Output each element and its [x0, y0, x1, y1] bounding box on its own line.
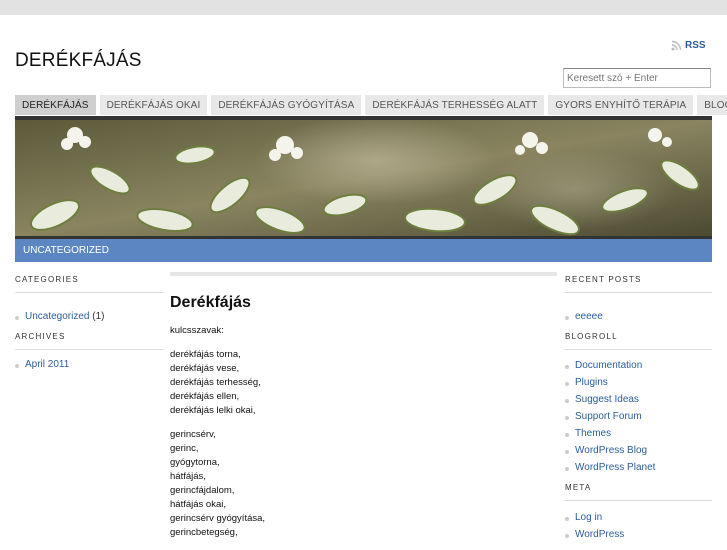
- divider: [565, 500, 712, 501]
- category-bar[interactable]: Uncategorized: [15, 239, 712, 262]
- search-input[interactable]: [563, 68, 711, 88]
- categories-heading: Categories: [15, 275, 79, 284]
- keyword-line: derékfájás vese,: [170, 363, 240, 374]
- divider: [565, 349, 712, 350]
- list-item[interactable]: April 2011: [15, 359, 163, 376]
- tab-derekfajas[interactable]: Derékfájás: [15, 95, 96, 115]
- tab-blog[interactable]: Blog: [697, 95, 727, 115]
- top-bar: [0, 0, 727, 15]
- keyword-line: derékfájás lelki okai,: [170, 405, 256, 416]
- keyword-line: gerincfájdalom,: [170, 485, 235, 496]
- blogroll-heading: Blogroll: [565, 332, 618, 341]
- keywords-label: kulcsszavak:: [170, 325, 224, 336]
- keyword-line: derékfájás torna,: [170, 349, 241, 360]
- site-title[interactable]: DERÉKFÁJÁS: [15, 50, 142, 72]
- blogroll-list: Documentation Plugins Suggest Ideas Supp…: [565, 360, 712, 479]
- list-item[interactable]: Uncategorized (1): [15, 311, 163, 328]
- rss-link[interactable]: RSS: [671, 40, 706, 51]
- post-title[interactable]: Derékfájás: [170, 294, 557, 312]
- main-nav: Derékfájás Derékfájás okai Derékfájás gy…: [15, 95, 727, 115]
- tab-derekfajas-okai[interactable]: Derékfájás okai: [99, 95, 208, 115]
- content-divider: [170, 272, 557, 276]
- recent-posts-list: eeeee: [565, 311, 712, 328]
- left-sidebar: Categories Uncategorized (1) Archives Ap…: [15, 275, 163, 376]
- keyword-line: gyógytorna,: [170, 457, 220, 468]
- keyword-line: gerincsérv,: [170, 429, 216, 440]
- list-item[interactable]: Plugins: [565, 377, 712, 394]
- categories-list: Uncategorized (1): [15, 311, 163, 328]
- divider: [15, 349, 163, 350]
- meta-heading: Meta: [565, 483, 592, 492]
- list-item[interactable]: Documentation: [565, 360, 712, 377]
- tab-derekfajas-terhesseg-alatt[interactable]: Derékfájás terhesség alatt: [365, 95, 545, 115]
- list-item[interactable]: Suggest Ideas: [565, 394, 712, 411]
- category-count: (1): [92, 311, 105, 322]
- archives-list: April 2011: [15, 359, 163, 376]
- main-content: Derékfájás kulcsszavak: derékfájás torna…: [170, 272, 557, 550]
- meta-list: Log in WordPress: [565, 512, 712, 546]
- list-item[interactable]: WordPress: [565, 529, 712, 546]
- keyword-line: gerinc,: [170, 443, 199, 454]
- archives-heading: Archives: [15, 332, 66, 341]
- list-item[interactable]: Support Forum: [565, 411, 712, 428]
- post-body: kulcsszavak: derékfájás torna, derékfájá…: [170, 324, 557, 540]
- recent-posts-heading: Recent Posts: [565, 275, 642, 284]
- category-link[interactable]: Uncategorized: [25, 311, 89, 322]
- rss-icon: [671, 40, 682, 51]
- header-banner-image: [15, 120, 712, 236]
- keyword-line: gerincsérv gyógyítása,: [170, 513, 266, 524]
- list-item[interactable]: WordPress Blog: [565, 445, 712, 462]
- keyword-line: hátfájás okai,: [170, 499, 226, 510]
- divider: [565, 292, 712, 293]
- keyword-line: derékfájás ellen,: [170, 391, 240, 402]
- divider: [15, 292, 163, 293]
- keyword-line: hátfájás,: [170, 471, 206, 482]
- list-item[interactable]: WordPress Planet: [565, 462, 712, 479]
- keyword-line: derékfájás terhesség,: [170, 377, 261, 388]
- keyword-group: derékfájás torna, derékfájás vese, derék…: [170, 348, 557, 418]
- list-item[interactable]: eeeee: [565, 311, 712, 328]
- keyword-line: gerincbetegség,: [170, 527, 238, 538]
- category-bar-label[interactable]: Uncategorized: [23, 245, 109, 256]
- tab-derekfajas-gyogyitasa[interactable]: Derékfájás gyógyítása: [211, 95, 362, 115]
- rss-label: RSS: [685, 40, 706, 51]
- keyword-group: gerincsérv, gerinc, gyógytorna, hátfájás…: [170, 428, 557, 540]
- tab-gyors-enyhito-terapia[interactable]: Gyors enyhítő terápia: [548, 95, 694, 115]
- list-item[interactable]: Log in: [565, 512, 712, 529]
- list-item[interactable]: Themes: [565, 428, 712, 445]
- right-sidebar: Recent Posts eeeee Blogroll Documentatio…: [565, 275, 712, 546]
